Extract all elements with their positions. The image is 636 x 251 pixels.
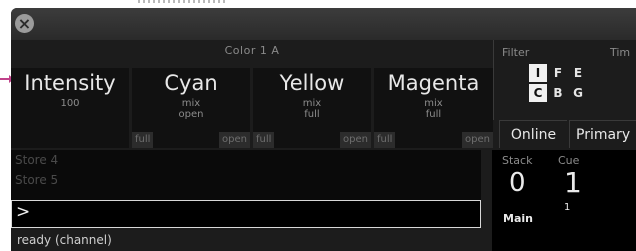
tab-online[interactable]: Online <box>499 120 567 148</box>
panel-sub-line: mix <box>302 98 322 109</box>
store-list: Store 4 Store 5 <box>11 150 481 200</box>
filter-grid: I F E C B G <box>529 64 587 102</box>
playback-panel: Stack 0 Cue 1 1 Main <box>492 150 636 251</box>
open-button[interactable]: open <box>219 132 250 148</box>
panel-name: Intensity <box>24 71 116 95</box>
list-item[interactable]: Store 4 <box>11 150 481 170</box>
panel-sub-line: full <box>304 109 320 120</box>
timing-title: Tim <box>610 46 631 59</box>
filter-c-toggle[interactable]: C <box>529 84 547 102</box>
panel-name: Yellow <box>279 71 345 95</box>
title-bar: × <box>11 8 636 40</box>
panel-sub-line: mix <box>181 98 201 109</box>
panel-sub-line: mix <box>424 98 443 109</box>
panel-name: Magenta <box>387 71 480 95</box>
dotted-guide <box>138 0 228 3</box>
magenta-panel[interactable]: Magenta mix full full open <box>374 68 493 148</box>
cue-value: 1 <box>564 166 582 199</box>
panel-footer: full open <box>374 132 493 148</box>
filter-title: Filter <box>502 46 530 59</box>
close-icon[interactable]: × <box>15 14 34 33</box>
full-button[interactable]: full <box>132 132 154 148</box>
command-prompt: > <box>16 202 31 222</box>
stack-label: Stack <box>502 154 533 167</box>
list-item[interactable]: Store 5 <box>11 170 481 190</box>
cyan-panel[interactable]: Cyan mix open full open <box>132 68 250 148</box>
open-button[interactable]: open <box>340 132 371 148</box>
full-button[interactable]: full <box>253 132 275 148</box>
command-line-input[interactable]: > <box>11 200 481 228</box>
panel-name: Cyan <box>164 71 218 95</box>
panel-footer: full open <box>132 132 250 148</box>
color-section-label: Color 1 A <box>224 44 280 57</box>
filter-f-toggle[interactable]: F <box>549 64 567 82</box>
full-button[interactable]: full <box>374 132 396 148</box>
filter-g-toggle[interactable]: G <box>569 84 587 102</box>
panel-sub: mix full <box>374 98 493 120</box>
cue-sub-value: 1 <box>564 202 571 213</box>
filter-section: Filter I F E C B G <box>493 40 606 120</box>
yellow-panel[interactable]: Yellow mix full full open <box>253 68 371 148</box>
panel-value: 100 <box>60 98 80 109</box>
filter-b-toggle[interactable]: B <box>549 84 567 102</box>
main-label: Main <box>503 212 533 225</box>
open-button[interactable]: open <box>462 132 493 148</box>
console-window: × Color 1 A Intensity 100 Cyan mix open … <box>11 8 636 251</box>
filter-e-toggle[interactable]: E <box>569 64 587 82</box>
panel-footer: full open <box>253 132 371 148</box>
panel-sub-line: full <box>425 109 442 120</box>
stack-value: 0 <box>509 168 526 198</box>
tab-primary[interactable]: Primary <box>569 120 636 148</box>
status-bar: ready (channel) <box>11 229 481 251</box>
intensity-panel[interactable]: Intensity 100 <box>11 68 129 148</box>
filter-i-toggle[interactable]: I <box>529 64 547 82</box>
panel-sub-line: open <box>178 109 204 120</box>
panel-sub: mix full <box>253 98 371 120</box>
panel-sub: mix open <box>132 98 250 120</box>
